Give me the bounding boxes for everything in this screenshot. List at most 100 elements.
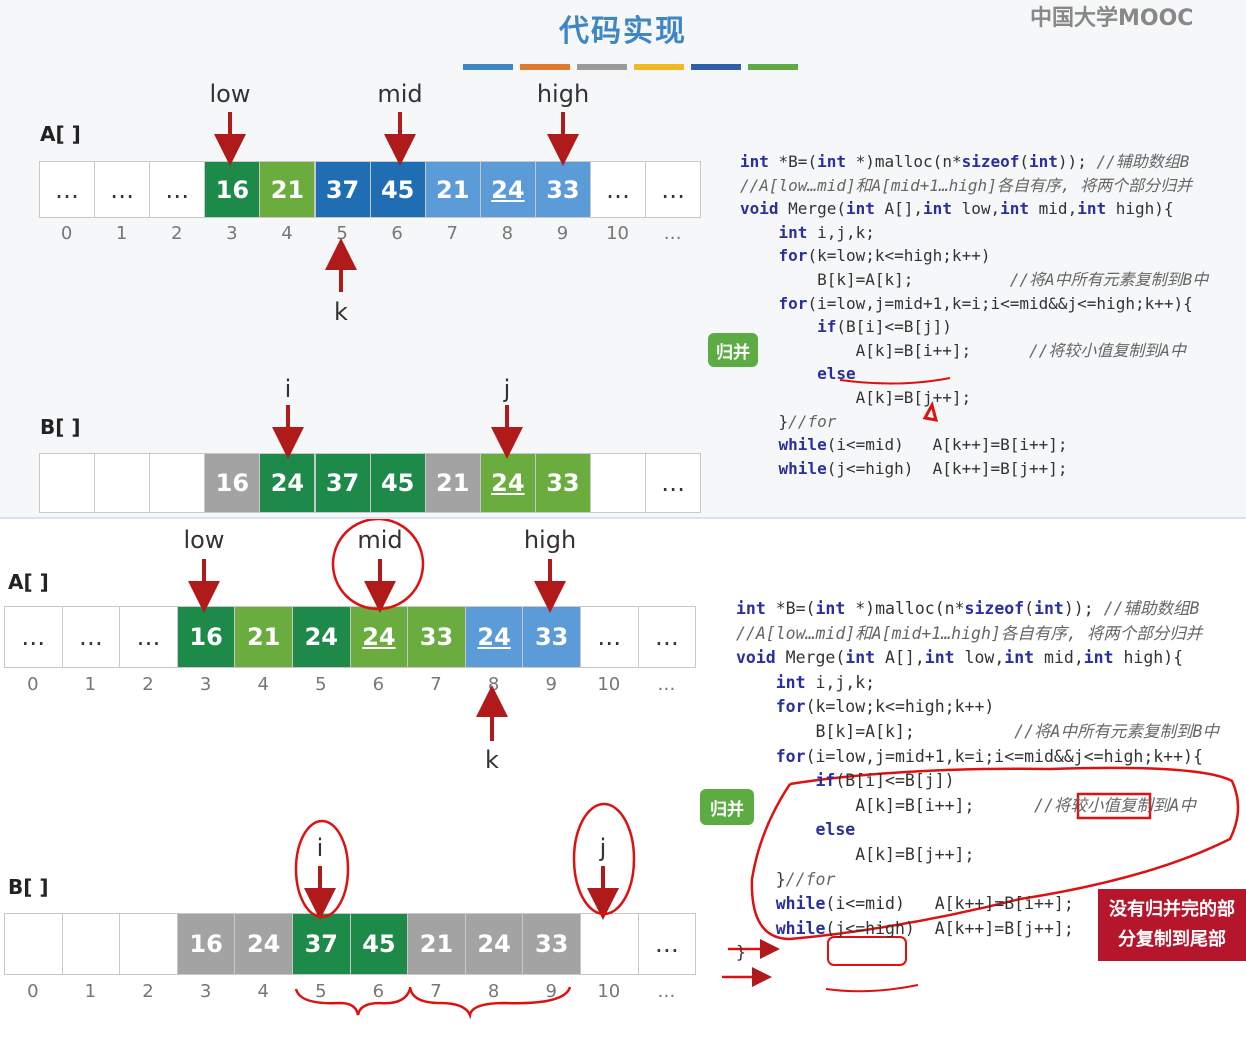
array-index: 2: [142, 981, 154, 1002]
array-index: 3: [199, 674, 212, 695]
array-cell: …: [645, 453, 702, 513]
array-cell: 33: [534, 161, 591, 218]
code-line: int *B=(int *)malloc(n*sizeof(int)); //辅…: [740, 152, 1190, 171]
low-pointer-label: low: [183, 526, 225, 554]
array-index: 0: [60, 223, 73, 244]
title-stripe: [748, 64, 798, 70]
array-cell: 45: [349, 913, 409, 975]
array-cell: 24: [479, 453, 536, 513]
array-cell: …: [94, 161, 151, 218]
k-pointer-label: k: [485, 746, 499, 774]
k-pointer-label: k: [334, 298, 348, 326]
cell-value: …: [55, 175, 80, 204]
array-index: 10: [597, 981, 621, 1002]
array-index: 3: [199, 981, 212, 1002]
array-a-name: A[ ]: [8, 570, 49, 594]
array-index: 3: [226, 223, 238, 244]
mid-pointer-label: mid: [357, 526, 403, 554]
cell-value: 16: [189, 623, 223, 651]
array-cell: 21: [424, 161, 481, 218]
cell-value: …: [654, 623, 679, 651]
cell-value: 21: [419, 930, 454, 958]
array-index: 4: [281, 223, 293, 244]
array-a-name: A[ ]: [40, 122, 81, 146]
cell-value: …: [78, 623, 103, 651]
array-index: 7: [430, 981, 442, 1002]
code-line: void Merge(int A[],int low,int mid,int h…: [740, 199, 1174, 219]
array-cell: 24: [349, 606, 409, 668]
while-j-underline-icon: [825, 984, 919, 993]
array-index: 8: [501, 223, 514, 244]
array-cell: …: [580, 606, 639, 668]
array-index: 9: [545, 981, 557, 1002]
array-index: 1: [84, 981, 97, 1002]
title-stripe: [520, 64, 570, 70]
cell-value: 24: [491, 175, 525, 204]
cell-value: 24: [477, 930, 511, 958]
array-cell: [119, 913, 178, 975]
array-cell: 45: [369, 453, 426, 513]
array-cell: 24: [292, 606, 351, 668]
code-line: while(i<=mid) A[k++]=B[i++];: [775, 894, 1074, 914]
low-pointer-label: low: [209, 80, 251, 108]
array-index: 0: [27, 674, 39, 695]
cell-value: 33: [546, 175, 580, 204]
array-index: 4: [257, 674, 269, 695]
code-line: A[k]=B[j++];: [740, 387, 972, 407]
i-pointer-label: i: [316, 834, 324, 862]
high-pointer-label: high: [536, 80, 590, 108]
cell-value: …: [597, 623, 622, 651]
array-cell: [149, 453, 206, 513]
array-cell: 37: [314, 453, 371, 513]
array-cell: 21: [407, 913, 466, 975]
array-cell: 21: [234, 606, 293, 668]
code-line: int i,j,k;: [778, 222, 875, 242]
array-index: 10: [597, 674, 621, 695]
array-index: …: [663, 223, 682, 244]
array-cell: 24: [479, 161, 536, 218]
cell-value: 37: [325, 469, 360, 497]
array-cell: …: [4, 606, 63, 668]
array-cell: [590, 453, 647, 513]
array-b-name: B[ ]: [8, 875, 49, 899]
cell-value: …: [661, 175, 686, 204]
array-cell: 16: [204, 161, 261, 218]
cell-value: …: [110, 175, 135, 204]
array-cell: …: [590, 161, 647, 218]
code-line: void Merge(int A[],int low,int mid,int h…: [736, 648, 1184, 668]
cell-value: 21: [246, 623, 281, 651]
j-pointer-label: j: [503, 375, 511, 403]
cell-value: 21: [270, 175, 305, 204]
array-cell: 33: [522, 913, 581, 975]
code-line: }: [736, 943, 746, 963]
cell-value: 16: [215, 175, 250, 204]
title-stripe: [634, 64, 684, 70]
code-line: for(i=low,j=mid+1,k=i;i<=mid&&j<=high;k+…: [778, 293, 1193, 313]
array-cell: 33: [407, 606, 466, 668]
array-index: 6: [391, 223, 403, 244]
cell-value: 16: [189, 930, 223, 958]
high-pointer-label: high: [523, 526, 577, 554]
mooc-logo: 中国大学MOOC: [1030, 6, 1194, 31]
cell-value: 24: [246, 930, 281, 958]
array-cell: …: [149, 161, 206, 218]
code-line: }//for: [736, 869, 836, 889]
array-index: 4: [257, 981, 269, 1002]
array-cell: 33: [522, 606, 581, 668]
array-cell: [39, 453, 96, 513]
array-cell: 37: [292, 913, 351, 975]
array-index: 8: [487, 981, 500, 1002]
code-line: B[k]=A[k]; //将A中所有元素复制到B中: [740, 269, 1209, 289]
array-cell: 21: [424, 453, 481, 513]
array-index: 1: [115, 223, 128, 244]
array-index: 6: [372, 981, 385, 1002]
title-stripe: [691, 64, 741, 70]
cell-value: …: [21, 623, 46, 651]
title-stripe: [463, 64, 513, 70]
array-cell: [61, 913, 121, 975]
code-line: for(i=low,j=mid+1,k=i;i<=mid&&j<=high;k+…: [775, 746, 1203, 766]
cell-value: 37: [304, 930, 338, 958]
bottom-slide: A[ ] B[ ] low mid high k i j ……… 16 21 24 24…: [0, 519, 1246, 1041]
array-index: …: [657, 981, 676, 1002]
array-index: 7: [446, 223, 458, 244]
